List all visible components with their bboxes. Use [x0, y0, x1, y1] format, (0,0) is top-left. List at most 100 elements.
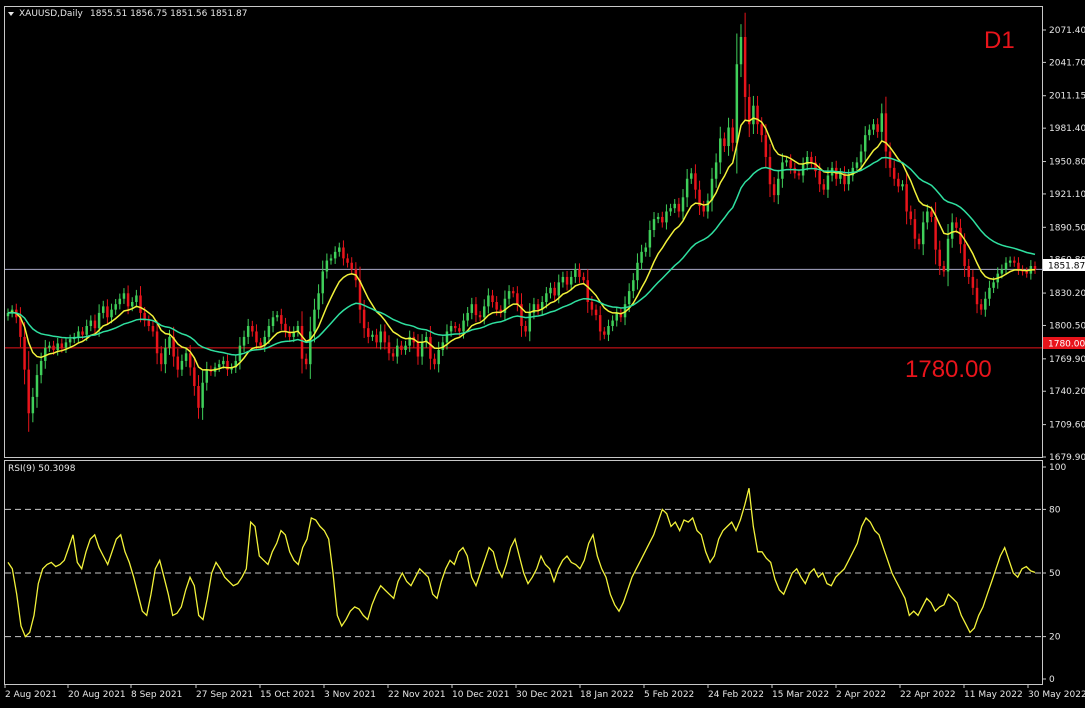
candle-body: [420, 342, 424, 357]
candle-body: [926, 211, 929, 223]
candle-body: [511, 291, 515, 294]
candle-body: [727, 127, 730, 147]
candle-body: [822, 184, 826, 190]
candle-body: [1025, 271, 1028, 274]
candle-body: [135, 295, 138, 303]
candle-body: [217, 364, 221, 368]
rsi-y-axis: 100 80 50 20 0: [1042, 463, 1066, 685]
candle-body: [280, 315, 283, 324]
candle-body: [379, 331, 382, 343]
candle-body: [640, 251, 643, 263]
candle-body: [545, 293, 548, 303]
price-tick-label: 2041.70: [1049, 58, 1085, 68]
candle-body: [884, 113, 888, 152]
x-tick-label: 15 Mar 2022: [772, 690, 829, 700]
candle-body: [735, 64, 739, 143]
candle-body: [992, 282, 995, 288]
symbol-dropdown-icon[interactable]: [8, 12, 14, 16]
candle-body: [582, 276, 585, 281]
candle-body: [1033, 266, 1037, 270]
price-series-layer: [5, 12, 1042, 432]
candle-body: [892, 167, 896, 179]
candle-body: [988, 287, 991, 299]
x-tick-label: 22 Nov 2021: [388, 690, 446, 700]
candle-body: [93, 320, 97, 329]
candle-body: [106, 306, 109, 318]
candle-body: [433, 358, 436, 365]
candle-body: [60, 343, 64, 348]
candle-body: [350, 262, 353, 270]
rsi-tick-label: 50: [1049, 569, 1061, 579]
candle-body: [942, 266, 946, 272]
price-tick-label: 1769.90: [1049, 355, 1085, 365]
rsi-line: [7, 488, 1036, 638]
candle-body: [872, 124, 875, 130]
candle-body: [259, 342, 262, 346]
candle-body: [1008, 260, 1012, 263]
x-tick-label: 24 Feb 2022: [708, 690, 764, 700]
price-panel-frame: [4, 6, 1043, 458]
candle-body: [652, 219, 656, 231]
candle-body: [445, 331, 449, 343]
candle-body: [967, 266, 970, 277]
candle-body: [197, 385, 200, 408]
candle-body: [329, 258, 333, 261]
candle-body: [739, 36, 743, 65]
candle-body: [375, 334, 378, 343]
candle-body: [275, 315, 279, 318]
candle-body: [205, 369, 209, 383]
candle-body: [528, 312, 532, 332]
candle-body: [590, 302, 594, 310]
candle-body: [524, 326, 527, 332]
candle-body: [39, 360, 43, 376]
rsi-indicator-label: RSI(9) 50.3098: [8, 464, 76, 474]
x-tick-label: 30 Dec 2021: [516, 690, 574, 700]
candle-body: [317, 293, 320, 310]
candle-body: [168, 336, 171, 348]
rsi-tick-label: 20: [1049, 633, 1061, 643]
candle-body: [416, 342, 420, 357]
level-annotation: 1780.00: [905, 356, 992, 383]
candle-body: [362, 309, 366, 329]
price-tick-label: 2071.40: [1049, 26, 1085, 36]
candle-body: [64, 342, 68, 348]
candle-body: [557, 282, 561, 296]
candle-body: [863, 135, 867, 152]
x-tick-label: 8 Sep 2021: [131, 690, 182, 700]
candle-body: [44, 347, 47, 361]
candle-body: [661, 216, 664, 223]
candle-body: [222, 360, 225, 365]
candle-body: [478, 315, 482, 318]
candle-body: [23, 336, 26, 370]
candle-body: [603, 331, 606, 335]
candle-body: [300, 326, 304, 359]
candle-body: [400, 345, 403, 351]
x-tick-label: 11 May 2022: [964, 690, 1023, 700]
candle-body: [1017, 262, 1020, 270]
candle-body: [325, 260, 329, 272]
candle-body: [139, 295, 142, 313]
candle-body: [868, 129, 871, 136]
candle-body: [955, 222, 958, 228]
candle-body: [971, 276, 975, 288]
candle-body: [507, 291, 511, 299]
candle-body: [611, 320, 614, 327]
candle-body: [396, 345, 399, 357]
candle-body: [694, 173, 697, 190]
candle-body: [271, 317, 275, 327]
price-tick-label: 1950.80: [1049, 158, 1085, 168]
candle-body: [905, 184, 908, 212]
candle-body: [342, 247, 345, 259]
candle-body: [946, 238, 950, 272]
candle-body: [752, 105, 755, 125]
x-tick-label: 10 Dec 2021: [452, 690, 510, 700]
candle-body: [901, 184, 904, 187]
candle-body: [690, 173, 693, 179]
current-price-label: 1851.87: [1048, 262, 1085, 272]
candle-body: [118, 298, 122, 305]
candle-body: [313, 309, 316, 332]
price-tick-label: 1921.10: [1049, 190, 1085, 200]
candle-body: [917, 238, 921, 245]
price-tick-label: 1740.20: [1049, 387, 1085, 397]
candle-body: [930, 211, 933, 217]
